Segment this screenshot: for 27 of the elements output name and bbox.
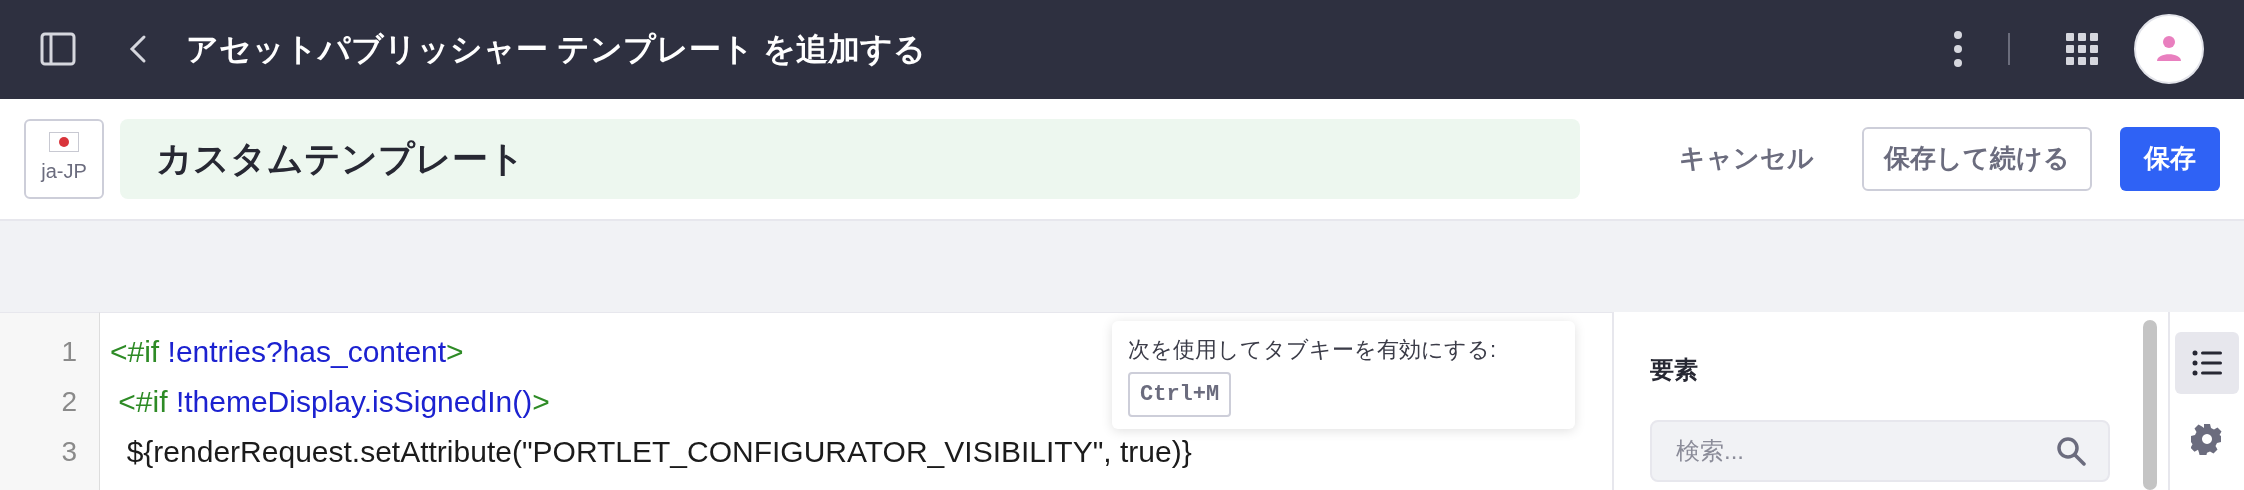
scrollbar[interactable] xyxy=(2143,320,2157,490)
code-line: <#if !entries?has_content> xyxy=(110,334,464,370)
search-icon[interactable] xyxy=(2056,436,2086,466)
page-title: アセットパブリッシャー テンプレート を追加する xyxy=(186,30,926,70)
locale-button[interactable]: ja-JP xyxy=(24,118,104,199)
keyboard-shortcut: Ctrl+M xyxy=(1128,372,1232,417)
sidebar-toggle-icon[interactable] xyxy=(40,32,76,67)
user-icon xyxy=(2156,35,2182,64)
kebab-menu-icon[interactable] xyxy=(1952,30,1964,69)
save-and-continue-button[interactable]: 保存して続ける xyxy=(1862,126,2092,191)
settings-icon xyxy=(2191,423,2223,455)
apps-grid-icon[interactable] xyxy=(2066,33,2098,66)
side-tab[interactable] xyxy=(2175,332,2239,394)
tooltip-text: 次を使用してタブキーを有効にする: xyxy=(1128,336,1498,364)
save-button[interactable]: 保存 xyxy=(2120,126,2220,191)
name-field[interactable]: カスタムテンプレート xyxy=(120,118,1580,199)
panel-title: 要素 xyxy=(1650,355,1699,385)
line-number: 2 xyxy=(60,385,78,419)
list-icon xyxy=(2192,350,2222,376)
japan-flag-icon xyxy=(49,131,79,152)
back-icon[interactable] xyxy=(128,34,148,65)
cancel-button[interactable]: キャンセル xyxy=(1671,139,1822,179)
line-number: 1 xyxy=(60,335,78,369)
search-field[interactable]: 検索... xyxy=(1650,420,2110,482)
line-number: 3 xyxy=(60,435,78,469)
code-line: ${renderRequest.setAttribute("PORTLET_CONFIGURATOR_VISIBILITY", true)} xyxy=(125,434,1192,470)
code-line: <#if !themeDisplay.isSignedIn()> xyxy=(117,384,550,420)
